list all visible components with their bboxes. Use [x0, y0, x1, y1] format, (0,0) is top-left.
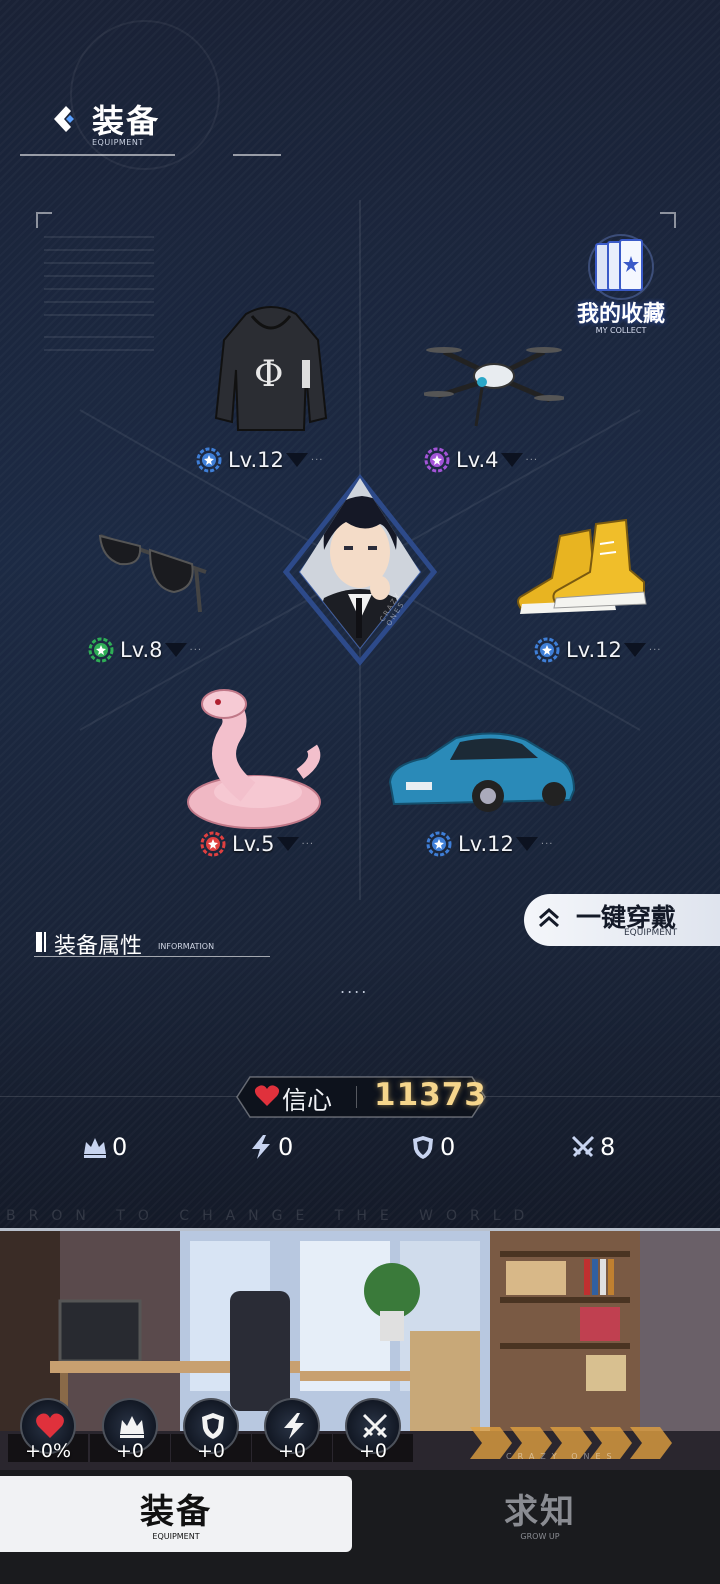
- info-bar: [36, 932, 42, 952]
- crown-icon: [84, 1138, 106, 1158]
- bottom-tab-bar: 装备 EQUIPMENT 求知 GROW UP: [0, 1470, 720, 1584]
- level-badge-tail: [500, 453, 523, 467]
- attributes-subtitle: INFORMATION: [158, 942, 215, 951]
- level-text: Lv.5: [232, 832, 275, 856]
- tab-label: 求知: [504, 1492, 576, 1532]
- character-avatar[interactable]: CRAZY ONES: [284, 470, 434, 660]
- equipment-slot-sunglasses[interactable]: [96, 516, 276, 696]
- buff-value: +0: [358, 1440, 387, 1462]
- svg-text:Φ: Φ: [254, 354, 284, 395]
- equipment-slot-drone[interactable]: [424, 330, 604, 510]
- tagline: BRON TO CHANGE THE WORLD: [6, 1208, 538, 1224]
- gear-star-icon: [426, 831, 452, 857]
- cobra-icon: [187, 689, 321, 829]
- lightning-icon: [252, 1135, 270, 1159]
- tab-equipment[interactable]: 装备 EQUIPMENT: [0, 1476, 352, 1552]
- lightning-icon: [284, 1413, 304, 1439]
- more-attributes-button[interactable]: ....: [340, 978, 368, 997]
- sunglasses-icon: [98, 534, 207, 613]
- double-chevron-up-icon: [539, 907, 559, 928]
- level-dots: ···: [310, 454, 324, 466]
- equipment-slot-sneakers[interactable]: [512, 514, 692, 694]
- confidence-panel: 信心 11373: [236, 1076, 486, 1118]
- stat-value: 8: [600, 1133, 616, 1161]
- one-key-sublabel: EQUIPMENT: [624, 928, 678, 938]
- level-badge-tail: [276, 837, 299, 851]
- one-key-equip-button[interactable]: 一键穿戴 EQUIPMENT: [524, 894, 720, 946]
- confidence-label: 信心: [282, 1086, 333, 1115]
- stat-value: 0: [440, 1133, 456, 1161]
- gear-star-icon: [88, 637, 114, 663]
- level-text: Lv.8: [120, 638, 163, 662]
- level-text: Lv.12: [228, 448, 284, 472]
- confidence-separator: [356, 1086, 357, 1108]
- gear-star-icon: [534, 637, 560, 663]
- buff-value: +0: [196, 1440, 225, 1462]
- tab-grow-up[interactable]: 求知 GROW UP: [360, 1476, 720, 1552]
- info-bar-thin: [44, 932, 46, 952]
- level-badge-hoodie: Lv.12 ···: [196, 444, 323, 476]
- level-dots: ···: [301, 838, 315, 850]
- crown-icon: [120, 1416, 144, 1438]
- equipment-attributes-header: 装备属性 INFORMATION: [34, 928, 270, 960]
- my-collection-button[interactable]: 我的收藏 MY COLLECT: [566, 230, 676, 340]
- equipment-slot-car[interactable]: [386, 724, 576, 904]
- collection-label: 我的收藏: [576, 302, 665, 327]
- stat-crown: 0: [82, 1130, 127, 1164]
- stat-lightning: 0: [248, 1130, 293, 1164]
- buff-lightning[interactable]: +0: [252, 1396, 332, 1468]
- shield-icon: [413, 1136, 433, 1159]
- tab-sublabel: EQUIPMENT: [152, 1532, 200, 1541]
- level-text: Lv.12: [458, 832, 514, 856]
- level-badge-drone: Lv.4 ···: [424, 444, 538, 476]
- stat-value: 0: [112, 1133, 128, 1161]
- confidence-value: 11373: [374, 1077, 487, 1113]
- swords-icon: [571, 1135, 595, 1158]
- level-text: Lv.4: [456, 448, 499, 472]
- buff-swords[interactable]: +0: [333, 1396, 413, 1468]
- gear-star-icon: [424, 447, 450, 473]
- scene-caption: CRAZY ONES: [506, 1452, 618, 1461]
- level-text: Lv.12: [566, 638, 622, 662]
- level-badge-sunglasses: Lv.8 ···: [88, 634, 202, 666]
- tab-sublabel: GROW UP: [520, 1532, 560, 1541]
- buff-value: +0%: [24, 1440, 72, 1462]
- stat-value: 0: [278, 1133, 294, 1161]
- info-underline: [34, 956, 270, 957]
- gear-star-icon: [196, 447, 222, 473]
- level-dots: ···: [648, 644, 662, 656]
- level-badge-car: Lv.12 ···: [426, 828, 553, 860]
- buff-shield[interactable]: +0: [171, 1396, 251, 1468]
- gear-star-icon: [200, 831, 226, 857]
- collection-cards-icon: [588, 234, 654, 300]
- heart-icon: [36, 1413, 64, 1438]
- level-badge-tail: [623, 643, 646, 657]
- level-badge-sneakers: Lv.12 ···: [534, 634, 661, 666]
- level-dots: ···: [189, 644, 203, 656]
- swords-icon: [362, 1413, 388, 1439]
- level-dots: ···: [540, 838, 554, 850]
- buff-value: +0: [115, 1440, 144, 1462]
- level-badge-cobra: Lv.5 ···: [200, 828, 314, 860]
- shield-icon: [202, 1413, 224, 1439]
- buff-heart[interactable]: +0%: [8, 1396, 88, 1468]
- sneakers-icon: [517, 518, 647, 614]
- level-dots: ···: [525, 454, 539, 466]
- level-badge-tail: [285, 453, 308, 467]
- drone-icon: [424, 347, 564, 427]
- tab-label: 装备: [140, 1492, 212, 1532]
- level-badge-tail: [164, 643, 187, 657]
- car-icon: [388, 732, 576, 812]
- level-badge-tail: [515, 837, 538, 851]
- stat-swords: 8: [570, 1130, 615, 1164]
- stat-shield: 0: [410, 1130, 455, 1164]
- buff-crown[interactable]: +0: [90, 1396, 170, 1468]
- buff-value: +0: [277, 1440, 306, 1462]
- heart-icon: [254, 1085, 280, 1106]
- hoodie-icon: Φ: [214, 306, 328, 431]
